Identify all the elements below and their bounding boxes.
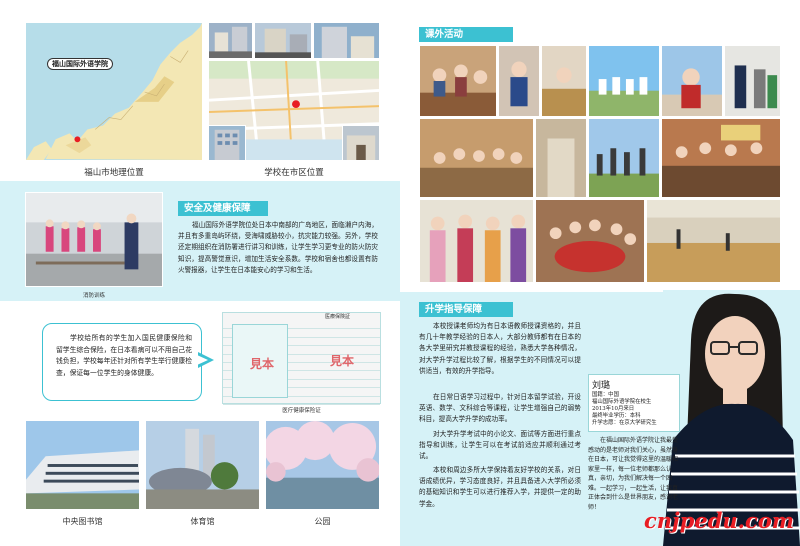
profile-meta-5: 升学志愿：在京大学研究生: [592, 420, 657, 426]
activity-photo-5: [661, 45, 723, 117]
school-street-photo-1: [208, 22, 253, 59]
gym-photo: [145, 420, 260, 510]
safety-text: 福山国际外语学院位处日本中南部的广岛地区，面临濑户内海，并且有多重岛屿环绕，受海…: [178, 221, 378, 274]
health-text: 学校给所有的学生加入国民健康保险和留学生综合保险，在日本看病可以不用自己花钱负担…: [56, 334, 192, 377]
insurance-stamp-1: 見本: [250, 357, 275, 371]
school-street-photo-2: [254, 22, 312, 59]
school-street-photo-3: [313, 22, 380, 59]
caption-city-location: 福山市地理位置: [84, 168, 144, 178]
guidance-p1: 本校授课老师均为有日本语教师授课资格的，并且有几十年教学经验的日本人，大部分教师…: [419, 322, 581, 375]
site-watermark: cnjpedu.com: [644, 508, 794, 533]
map-school-label: 福山国际外语学院: [47, 58, 113, 70]
callout-pointer-inner: [197, 355, 208, 365]
park-photo: [265, 420, 380, 510]
caption-school-location: 学校在市区位置: [264, 168, 324, 178]
profile-name: 刘璐: [592, 381, 611, 391]
activity-photo-1: [419, 45, 497, 117]
activity-photo-8: [535, 118, 587, 198]
activity-photo-3: [541, 45, 587, 117]
activity-photo-6: [724, 45, 781, 117]
library-photo: [25, 420, 140, 510]
activities-tag: 课外活动: [419, 27, 513, 42]
guidance-p2: 在日常日语学习过程中，针对日本留学试验，开设英语、数学、文科综合等课程，让学生增…: [419, 393, 581, 424]
activity-photo-13: [646, 199, 781, 283]
profile-testimonial: 在福山国际外语学院让我最受感动的是老师对我们关心，虽然身在日本，可让我觉得这里的…: [588, 437, 679, 511]
caption-park: 公园: [314, 517, 331, 526]
activity-photo-12: [535, 199, 645, 283]
guidance-p4: 本校和周边多所大学保持着友好学校的关系，对日语成绩优异，学习态度良好，并且具备进…: [419, 466, 581, 508]
caption-insurance-card: 医疗健康保险证: [282, 408, 321, 414]
activity-photo-11: [419, 199, 534, 283]
japan-map-image: [25, 22, 203, 161]
caption-library: 中央图书馆: [62, 517, 103, 526]
activity-photo-4: [588, 45, 660, 117]
school-entrance-photo: [342, 125, 380, 161]
school-building-photo: [208, 125, 246, 161]
caption-fire-drill: 消防训练: [82, 293, 105, 299]
activity-photo-2: [498, 45, 540, 117]
right-page: 课外活动 升学指导保障 本校授课老师均为有日本语教师授课资格的，并且有几十年教学…: [400, 0, 800, 546]
caption-gym: 体育馆: [190, 517, 215, 526]
guidance-tag: 升学指导保障: [419, 302, 513, 317]
insurance-card-title: 医療保険証: [324, 314, 350, 320]
insurance-stamp-2: 見本: [330, 354, 355, 368]
activity-photo-9: [588, 118, 660, 198]
safety-tag: 安全及健康保障: [178, 201, 268, 216]
left-page: 福山国际外语学院 福山市地理位置 学校在市区位置 消防训练 安全及健康保障 福山…: [0, 0, 400, 546]
activity-photo-10: [661, 118, 781, 198]
activity-photo-7: [419, 118, 534, 198]
guidance-p3: 对大学升学考试中的小论文、面试等方面进行重点指导和训练，让学生可以在考试前适应并…: [419, 430, 581, 461]
fire-drill-photo: [25, 192, 163, 287]
